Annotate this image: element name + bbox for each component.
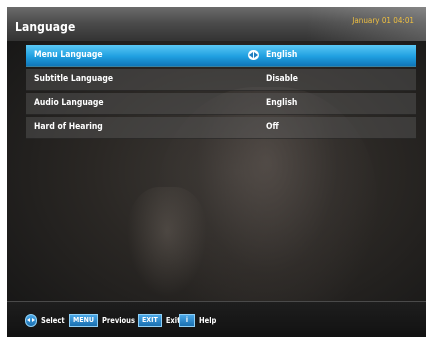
menu-key: MENU — [69, 314, 98, 327]
footer-bar: Select MENU Previous Menu EXIT Exit i He… — [7, 301, 426, 337]
header-bar: Language January 01 04:01 — [7, 7, 426, 41]
select-hint-label: Select — [41, 316, 65, 325]
exit-key: EXIT — [138, 314, 162, 327]
menu-language-label: Menu Language — [34, 50, 103, 60]
hard-of-hearing-label: Hard of Hearing — [34, 122, 103, 132]
info-key: i — [179, 314, 195, 327]
subtitle-language-value[interactable]: Disable — [266, 74, 298, 84]
exit-hint[interactable]: EXIT Exit — [138, 314, 180, 327]
settings-list: Menu Language English Subtitle Language … — [26, 45, 416, 141]
menu-language-value[interactable]: English — [266, 50, 297, 60]
clock: January 01 04:01 — [352, 16, 414, 25]
help-label: Help — [199, 316, 217, 325]
audio-language-value[interactable]: English — [266, 98, 297, 108]
left-right-arrows-icon[interactable] — [248, 50, 259, 60]
page-title: Language — [15, 20, 76, 34]
subtitle-language-row[interactable]: Subtitle Language Disable — [26, 69, 416, 91]
help-hint[interactable]: i Help — [179, 314, 216, 327]
subtitle-language-label: Subtitle Language — [34, 74, 114, 84]
select-hint[interactable]: Select — [25, 314, 65, 327]
audio-language-row[interactable]: Audio Language English — [26, 93, 416, 115]
left-right-arrows-icon — [25, 314, 37, 327]
audio-language-label: Audio Language — [34, 98, 104, 108]
hard-of-hearing-row[interactable]: Hard of Hearing Off — [26, 117, 416, 139]
tv-screen: Language January 01 04:01 Menu Language … — [7, 7, 426, 337]
menu-language-row[interactable]: Menu Language English — [26, 45, 416, 67]
hard-of-hearing-value[interactable]: Off — [266, 122, 279, 132]
background-video-hand — [127, 187, 207, 297]
